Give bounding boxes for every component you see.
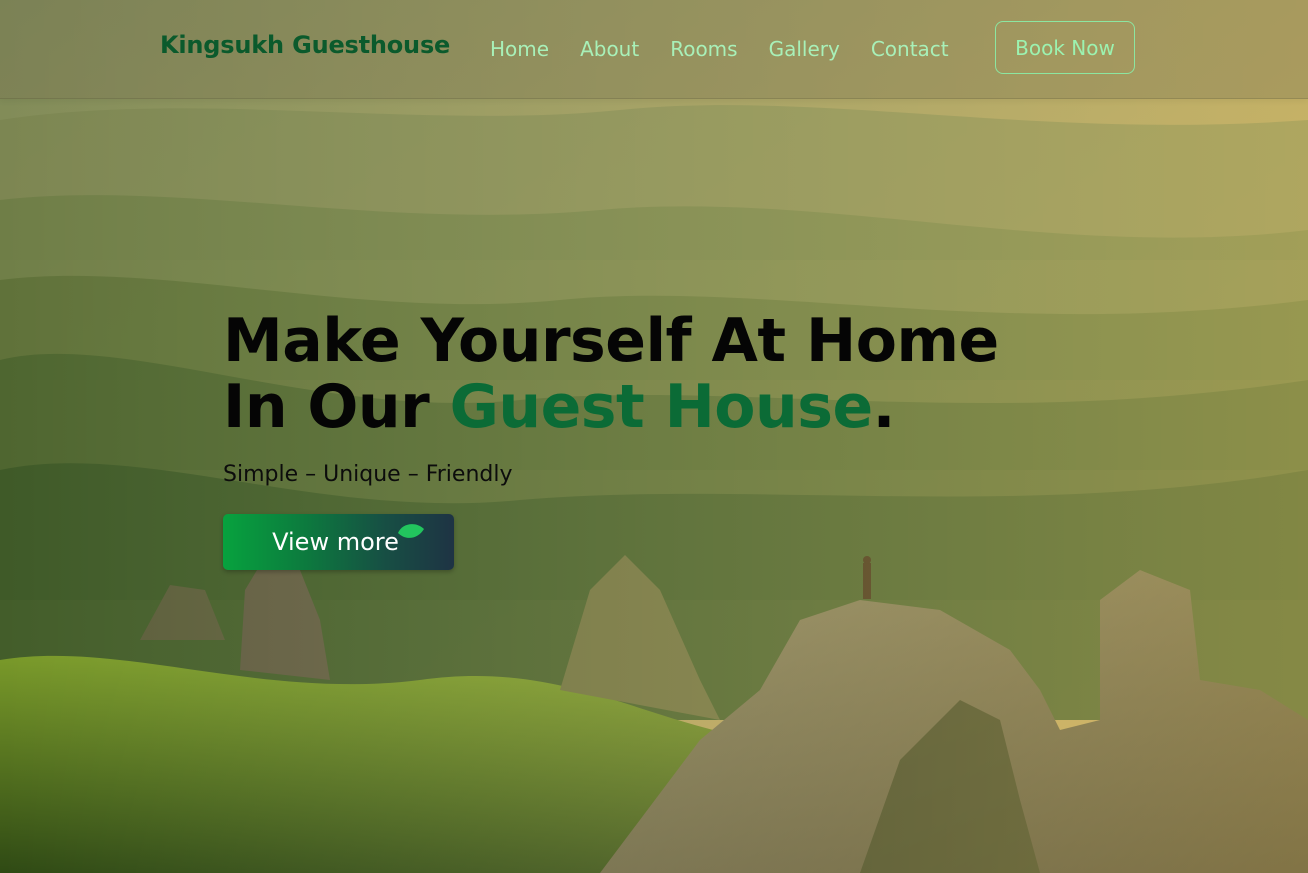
- brand-logo-text[interactable]: Kingsukh Guesthouse: [160, 31, 450, 59]
- hero-headline: Make Yourself At Home In Our Guest House…: [223, 308, 1083, 440]
- nav-link-about[interactable]: About: [580, 37, 639, 61]
- hero-section: Kingsukh Guesthouse Home About Rooms Gal…: [0, 0, 1308, 873]
- headline-accent-text: Guest House: [449, 372, 874, 442]
- nav-link-gallery[interactable]: Gallery: [769, 37, 840, 61]
- top-navbar: Kingsukh Guesthouse Home About Rooms Gal…: [0, 0, 1308, 99]
- nav-link-home[interactable]: Home: [490, 37, 549, 61]
- view-more-label: View more: [272, 528, 399, 556]
- hero-tagline: Simple – Unique – Friendly: [223, 462, 513, 487]
- nav-link-contact[interactable]: Contact: [871, 37, 949, 61]
- leaf-icon: [398, 524, 424, 538]
- book-now-button[interactable]: Book Now: [995, 21, 1135, 74]
- nav-links: Home About Rooms Gallery Contact: [490, 37, 980, 61]
- headline-end-text: .: [872, 372, 896, 442]
- nav-link-rooms[interactable]: Rooms: [670, 37, 737, 61]
